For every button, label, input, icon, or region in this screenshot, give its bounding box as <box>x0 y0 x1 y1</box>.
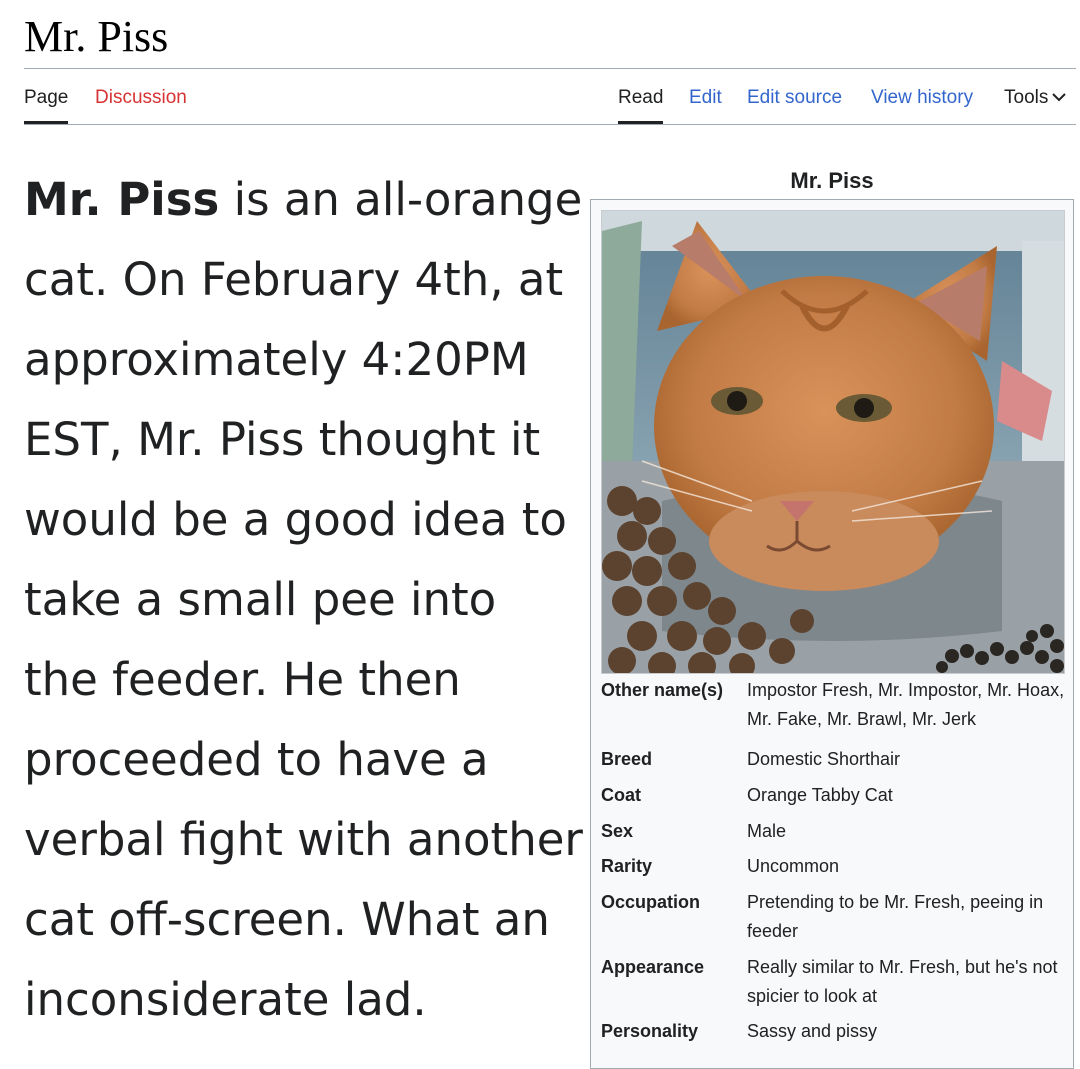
infobox-label: Appearance <box>601 957 705 977</box>
tab-edit[interactable]: Edit <box>689 82 722 124</box>
article-subject: Mr. Piss <box>24 173 220 226</box>
infobox-value: Orange Tabby Cat <box>747 785 893 805</box>
page-title: Mr. Piss <box>24 12 169 61</box>
infobox-label: Personality <box>601 1021 699 1041</box>
cat-image[interactable] <box>601 210 1065 674</box>
infobox-caption: Mr. Piss <box>790 168 874 193</box>
infobox-label: Other name(s) <box>601 680 724 700</box>
infobox-label: Occupation <box>601 892 701 912</box>
infobox-label: Breed <box>601 749 653 769</box>
infobox-label: Sex <box>601 821 634 841</box>
title-divider <box>24 68 1076 69</box>
infobox-value: Male <box>747 821 787 841</box>
tab-edit-source[interactable]: Edit source <box>747 82 842 124</box>
infobox-label: Rarity <box>601 856 653 876</box>
infobox: Other name(s) Impostor Fresh, Mr. Impost… <box>590 199 1074 1069</box>
infobox-value: Sassy and pissy <box>747 1021 878 1041</box>
tools-label: Tools <box>1004 87 1049 108</box>
tab-page[interactable]: Page <box>24 82 69 124</box>
lead-text: is an all-orange cat. On February 4th, a… <box>24 173 583 1026</box>
infobox-value: Domestic Shorthair <box>747 749 901 769</box>
page-tabs: Page Discussion Read Edit Edit source Vi… <box>24 82 1076 125</box>
tab-view-history[interactable]: View history <box>871 82 973 124</box>
infobox-value: Uncommon <box>747 856 840 876</box>
tools-menu[interactable]: Tools <box>1004 82 1067 124</box>
infobox-label: Coat <box>601 785 641 805</box>
infobox-value: Impostor Fresh, Mr. Impostor, Mr. Hoax, … <box>747 680 1065 729</box>
tab-discussion[interactable]: Discussion <box>95 82 187 124</box>
infobox-value: Pretending to be Mr. Fresh, peeing in fe… <box>747 892 1044 941</box>
lead-paragraph: Mr. Piss is an all-orange cat. On Februa… <box>24 160 584 1040</box>
chevron-down-icon <box>1052 93 1067 102</box>
tab-read[interactable]: Read <box>618 82 664 124</box>
infobox-value: Really similar to Mr. Fresh, but he's no… <box>747 957 1058 1006</box>
